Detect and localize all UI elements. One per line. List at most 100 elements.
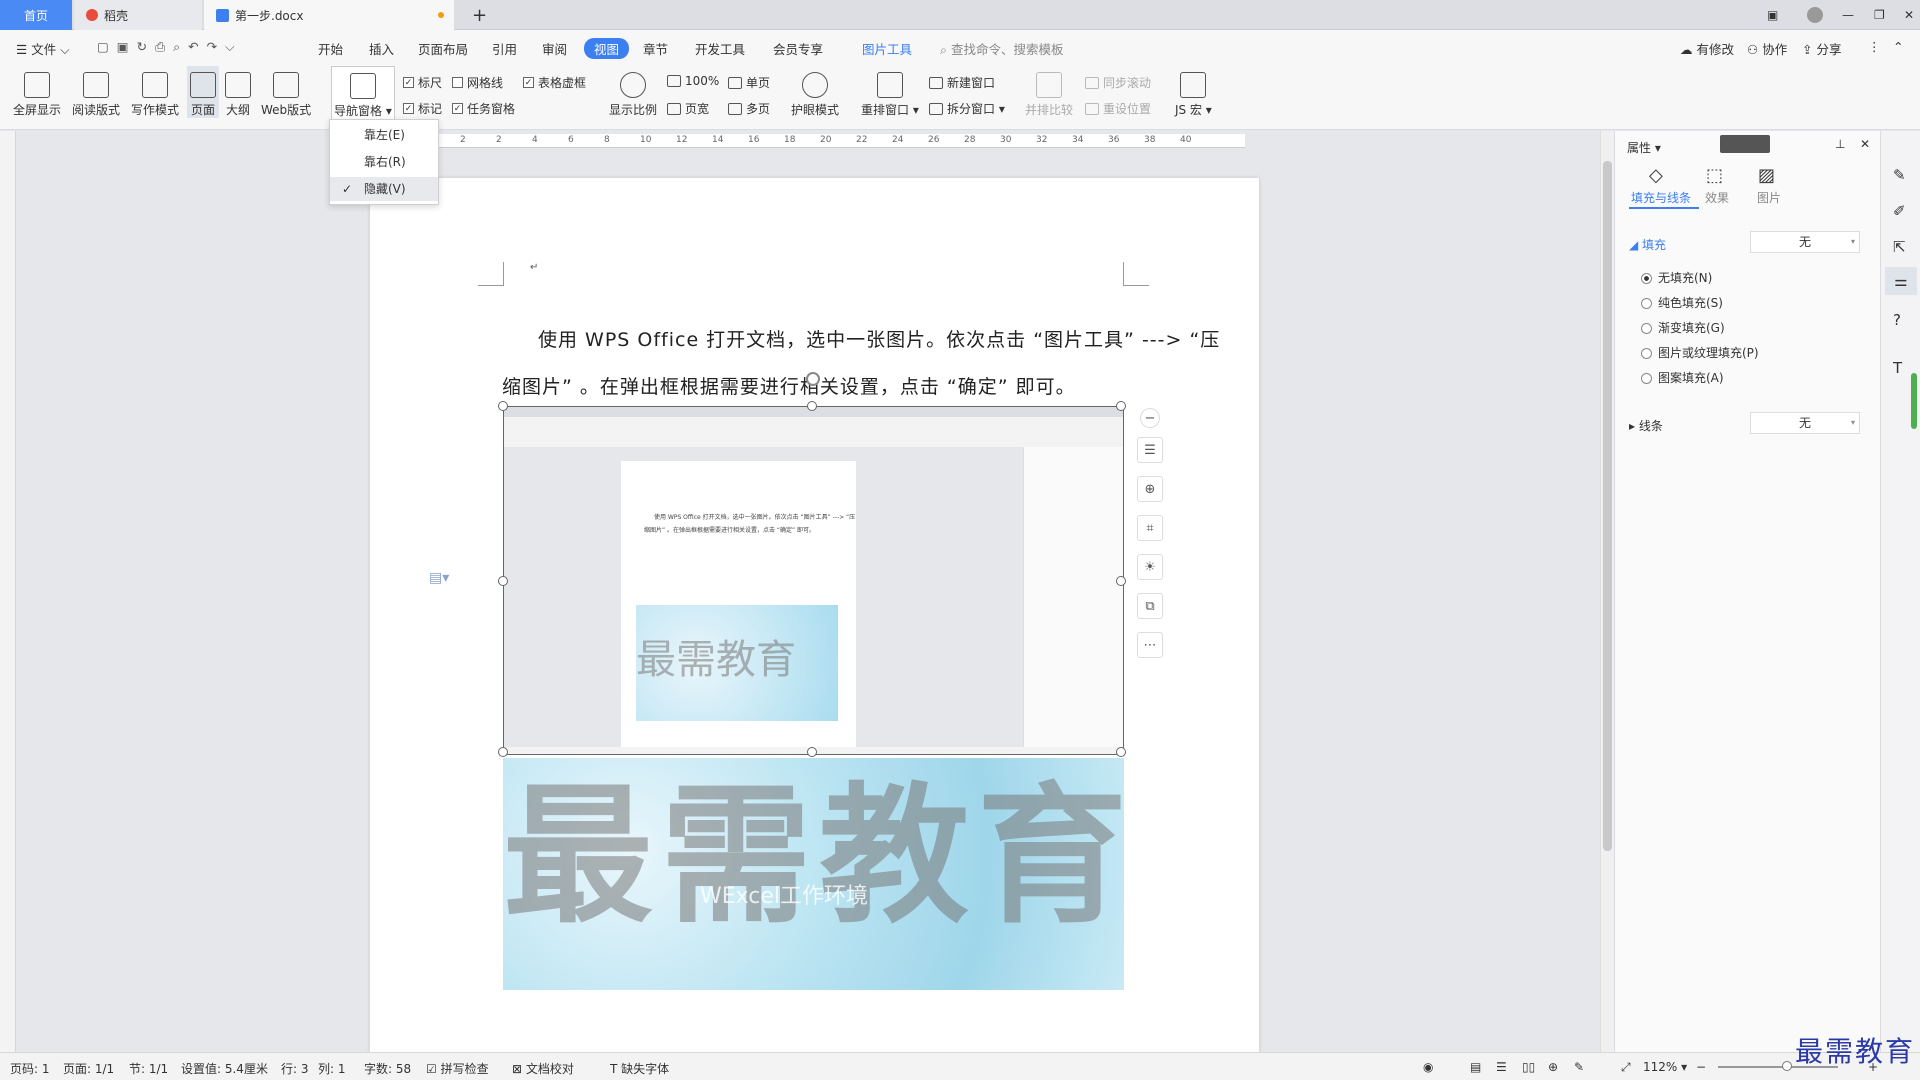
write-status-icon[interactable]: ✎ xyxy=(1574,1060,1584,1074)
status-section[interactable]: 节: 1/1 xyxy=(129,1060,168,1077)
edit-icon[interactable]: ✐ xyxy=(1893,202,1906,220)
collaborate-button[interactable]: ⚇ 协作 xyxy=(1747,39,1787,58)
compress-picture-icon[interactable]: ⧉ xyxy=(1137,593,1163,619)
eye-mode-button[interactable]: 护眼模式 xyxy=(791,66,839,118)
paragraph-options-icon[interactable]: ▤▾ xyxy=(429,570,449,586)
collapse-ribbon-icon[interactable]: ⌃ xyxy=(1893,39,1903,54)
format-painter-icon[interactable]: ✎ xyxy=(1893,166,1906,184)
spell-check-button[interactable]: ☑ 拼写检查 xyxy=(426,1060,489,1077)
status-page[interactable]: 页码: 1 xyxy=(10,1060,50,1077)
sync-scroll-button[interactable]: 同步滚动 xyxy=(1085,74,1151,91)
split-window-button[interactable]: 拆分窗口 ▾ xyxy=(929,100,1005,117)
zoom-slider-thumb[interactable] xyxy=(1782,1061,1792,1071)
fullscreen-button[interactable]: 全屏显示 xyxy=(13,66,61,118)
lightbulb-icon[interactable]: ☀ xyxy=(1137,554,1163,580)
dropdown-right[interactable]: 靠右(R) xyxy=(330,150,438,174)
tab-daoke[interactable]: 稻壳 xyxy=(74,0,202,30)
avatar[interactable] xyxy=(1795,0,1835,30)
pin-icon[interactable]: ⊥ xyxy=(1835,137,1845,151)
selected-picture[interactable]: 使用 WPS Office 打开文档，选中一张图片。依次点击 “图片工具” --… xyxy=(503,406,1124,755)
dropdown-left[interactable]: 靠左(E) xyxy=(330,123,438,147)
panel-close-icon[interactable]: ✕ xyxy=(1860,137,1870,151)
quick-access-toolbar[interactable]: ▢▣↻⎙⌕↶↷⌵ xyxy=(97,39,243,55)
resize-handle[interactable] xyxy=(807,747,817,757)
ruler-checkbox[interactable]: ✓ 标尺 xyxy=(403,74,442,91)
radio-solid-fill[interactable]: 纯色填充(S) xyxy=(1641,294,1723,311)
zoom-out-icon[interactable]: − xyxy=(1696,1060,1706,1074)
status-col[interactable]: 列: 1 xyxy=(318,1060,346,1077)
resize-handle[interactable] xyxy=(1116,401,1126,411)
outline-status-icon[interactable]: ☰ xyxy=(1496,1060,1507,1074)
js-macro-button[interactable]: JS 宏 ▾ xyxy=(1175,66,1212,118)
tab-document[interactable]: 第一步.docx xyxy=(204,0,454,30)
collapse-toolbar-icon[interactable]: − xyxy=(1140,408,1160,428)
read-mode-button[interactable]: 阅读版式 xyxy=(72,66,120,118)
nav-pane-button[interactable]: 导航窗格 ▾ xyxy=(331,66,395,120)
menu-review[interactable]: 审阅 xyxy=(542,39,567,58)
share-button[interactable]: ⇪ 分享 xyxy=(1802,39,1841,58)
task-pane-checkbox[interactable]: ✓ 任务窗格 xyxy=(452,100,515,117)
layout-options-icon[interactable]: ☰ xyxy=(1137,437,1163,463)
menu-chapter[interactable]: 章节 xyxy=(643,39,668,58)
minimize-icon[interactable]: — xyxy=(1830,0,1866,30)
scroll-thumb[interactable] xyxy=(1603,161,1612,851)
web-view-button[interactable]: Web版式 xyxy=(261,66,311,118)
file-menu[interactable]: ☰ 文件 ⌵ xyxy=(16,39,70,58)
status-row[interactable]: 行: 3 xyxy=(281,1060,309,1077)
panel-tab-picture[interactable]: 图片 xyxy=(1757,189,1781,206)
reset-position-button[interactable]: 重设位置 xyxy=(1085,100,1151,117)
resize-handle[interactable] xyxy=(1116,576,1126,586)
radio-gradient-fill[interactable]: 渐变填充(G) xyxy=(1641,319,1725,336)
panel-scroll-indicator[interactable] xyxy=(1911,373,1917,429)
page-width-button[interactable]: 页宽 xyxy=(667,100,709,117)
help-icon[interactable]: ? xyxy=(1893,311,1901,329)
proofread-button[interactable]: ⊠ 文档校对 xyxy=(512,1060,574,1077)
properties-toggle-icon[interactable]: ⚌ xyxy=(1885,267,1917,295)
fill-section-toggle[interactable]: ◢ 填充 xyxy=(1629,236,1666,253)
page-view-status-icon[interactable]: ▤ xyxy=(1470,1060,1481,1074)
side-by-side-button[interactable]: 并排比较 xyxy=(1025,66,1073,118)
table-gridlines-checkbox[interactable]: ✓ 表格虚框 xyxy=(523,74,586,91)
new-window-button[interactable]: 新建窗口 xyxy=(929,74,995,91)
resize-handle[interactable] xyxy=(498,576,508,586)
status-setting[interactable]: 设置值: 5.4厘米 xyxy=(181,1060,268,1077)
doc-line-2[interactable]: 缩图片” 。在弹出框根据需要进行相关设置，点击 “确定” 即可。 xyxy=(502,372,1076,399)
zoom-100-button[interactable]: 100% xyxy=(667,74,719,88)
read-status-icon[interactable]: ▯▯ xyxy=(1522,1060,1535,1074)
vertical-ruler[interactable] xyxy=(0,131,16,1052)
outline-button[interactable]: 大纲 xyxy=(225,66,251,118)
mark-checkbox[interactable]: ✓ 标记 xyxy=(403,100,442,117)
crop-icon[interactable]: ⌗ xyxy=(1137,515,1163,541)
page-view-button[interactable]: 页面 xyxy=(187,66,219,118)
fit-page-icon[interactable]: ⤢ xyxy=(1621,1060,1631,1075)
doc-line-1[interactable]: 使用 WPS Office 打开文档，选中一张图片。依次点击 “图片工具” --… xyxy=(538,325,1220,352)
vertical-scrollbar[interactable] xyxy=(1600,131,1614,1052)
menu-picture-tools[interactable]: 图片工具 xyxy=(862,39,912,58)
horizontal-ruler[interactable]: 2 2 4 6 8 10 12 14 16 18 20 22 24 26 28 30 32 34 36 38 40 xyxy=(430,134,1245,148)
menu-layout[interactable]: 页面布局 xyxy=(418,39,468,58)
single-page-button[interactable]: 单页 xyxy=(728,74,770,91)
zoom-button[interactable]: 显示比例 xyxy=(609,66,657,118)
rotate-handle[interactable] xyxy=(806,372,820,386)
command-search[interactable]: ⌕ 查找命令、搜索模板 xyxy=(940,39,1064,58)
revision-button[interactable]: ☁ 有修改 xyxy=(1680,39,1734,58)
resize-handle[interactable] xyxy=(807,401,817,411)
resize-handle[interactable] xyxy=(498,401,508,411)
close-icon[interactable]: ✕ xyxy=(1892,0,1920,30)
gridlines-checkbox[interactable]: 网格线 xyxy=(452,74,503,91)
eye-status-icon[interactable]: ◉ xyxy=(1423,1060,1433,1074)
radio-pattern-fill[interactable]: 图案填充(A) xyxy=(1641,369,1724,386)
status-words[interactable]: 字数: 58 xyxy=(364,1060,411,1077)
menu-developer[interactable]: 开发工具 xyxy=(695,39,745,58)
menu-reference[interactable]: 引用 xyxy=(492,39,517,58)
zoom-picture-icon[interactable]: ⊕ xyxy=(1137,476,1163,502)
resize-handle[interactable] xyxy=(1116,747,1126,757)
resize-handle[interactable] xyxy=(498,747,508,757)
menu-insert[interactable]: 插入 xyxy=(369,39,394,58)
window-count-icon[interactable]: ▣ xyxy=(1755,0,1790,30)
more-options-icon[interactable]: ⋯ xyxy=(1137,632,1163,658)
more-icon[interactable]: ⋮ xyxy=(1868,39,1881,54)
panel-tab-effect[interactable]: 效果 xyxy=(1705,189,1729,206)
panel-tab-fill[interactable]: 填充与线条 xyxy=(1631,189,1691,206)
ime-icon[interactable] xyxy=(1720,135,1770,153)
